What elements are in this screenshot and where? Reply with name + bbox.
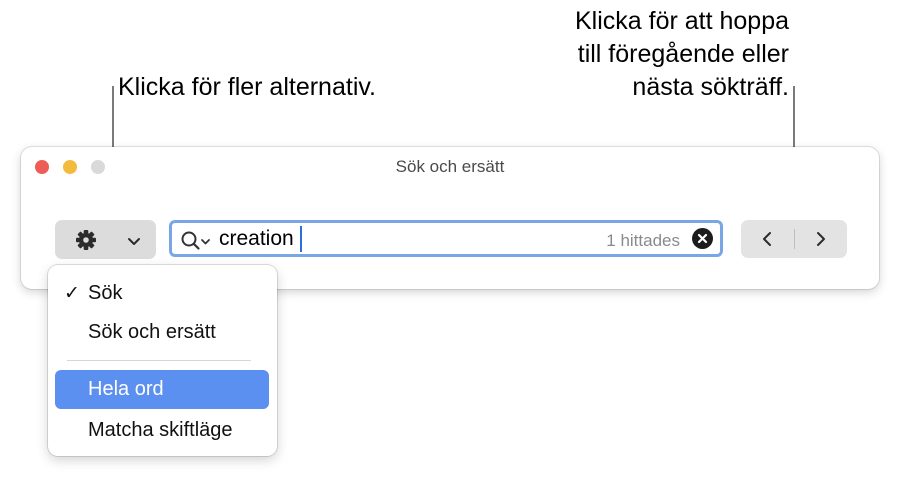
menu-item-label: Sök och ersätt (88, 321, 216, 343)
window-title: Sök och ersätt (395, 157, 505, 176)
result-count: 1 hittades (606, 231, 680, 250)
navigation-callout: Klicka för att hoppa till föregående ell… (575, 5, 789, 104)
options-menu: ✓ Sök Sök och ersätt Hela ord Matcha ski… (48, 265, 277, 456)
menu-item-matcha-skiftlage[interactable]: Matcha skiftläge (55, 411, 269, 450)
previous-match-button[interactable] (741, 220, 794, 258)
next-match-button[interactable] (795, 220, 847, 258)
gear-icon (75, 229, 97, 256)
search-input[interactable]: creation (219, 227, 294, 251)
options-button[interactable] (55, 220, 156, 259)
chevron-down-icon (127, 234, 141, 252)
navigation-callout-line: Klicka för att hoppa (574, 7, 789, 35)
result-navigation (741, 220, 847, 258)
menu-item-sok[interactable]: ✓ Sök (55, 274, 269, 313)
menu-item-sok-och-ersatt[interactable]: Sök och ersätt (55, 313, 269, 352)
menu-separator (67, 360, 251, 361)
magnifier-dropdown-icon[interactable] (180, 230, 214, 257)
menu-item-hela-ord[interactable]: Hela ord (55, 370, 269, 409)
search-field[interactable]: creation 1 hittades (169, 220, 723, 257)
menu-item-label: Sök (88, 282, 123, 304)
menu-item-label: Hela ord (88, 378, 164, 400)
chevron-right-icon (817, 232, 825, 246)
clear-icon[interactable] (692, 228, 713, 249)
navigation-callout-line: till föregående eller (577, 40, 789, 68)
options-callout: Klicka för fler alternativ. (118, 73, 376, 101)
menu-item-label: Matcha skiftläge (88, 419, 233, 441)
navigation-callout-line: nästa sökträff. (632, 73, 789, 101)
text-caret (300, 226, 302, 252)
chevron-left-icon (763, 232, 771, 246)
checkmark-icon: ✓ (64, 283, 80, 304)
